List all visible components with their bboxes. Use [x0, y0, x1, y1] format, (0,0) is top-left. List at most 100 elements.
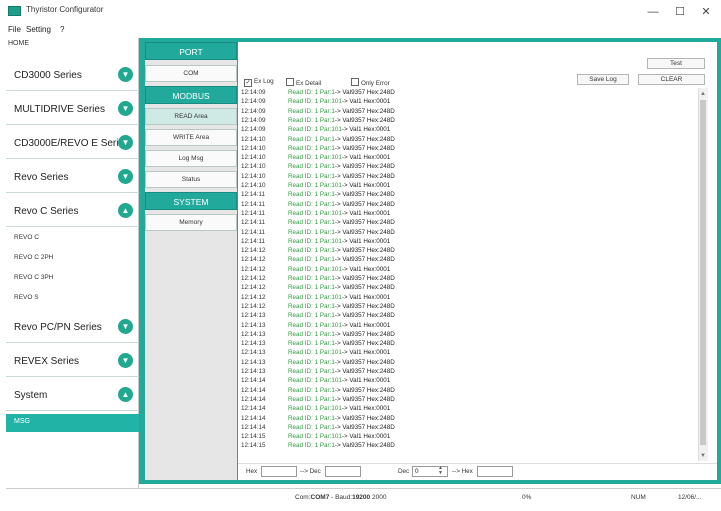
- log-time: 12:14:10: [241, 144, 266, 152]
- sidebar-home[interactable]: HOME: [8, 40, 29, 47]
- log-message: Read ID: 1 Par:1-> Val9357 Hex:248D: [288, 339, 395, 348]
- sidebar-series-cd3000[interactable]: CD3000 Series ▼: [6, 58, 139, 91]
- baud-value: 19200: [352, 494, 371, 501]
- log-time: 12:14:11: [241, 209, 266, 217]
- log-time: 12:14:09: [241, 89, 266, 96]
- dec-output[interactable]: [325, 466, 361, 477]
- clear-button[interactable]: CLEAR: [638, 74, 705, 85]
- sidebar-item-msg[interactable]: MSG: [6, 414, 139, 432]
- minimize-button[interactable]: —: [640, 2, 666, 22]
- sidebar-series-system[interactable]: System ▲: [6, 378, 139, 411]
- hex-label: Hex: [246, 468, 258, 475]
- chevron-up-icon[interactable]: ▲: [118, 203, 133, 218]
- sidebar-item-revo-c[interactable]: REVO C: [14, 234, 39, 241]
- maximize-button[interactable]: ☐: [667, 2, 693, 22]
- sidebar-series-revo[interactable]: Revo Series ▼: [6, 160, 139, 193]
- log-time: 12:14:12: [241, 265, 266, 273]
- sidebar-series-revo-c[interactable]: Revo C Series ▲: [6, 194, 139, 227]
- log-message: Read ID: 1 Par:101-> Val1 Hex:0001: [288, 97, 390, 106]
- log-time: 12:14:12: [241, 284, 266, 292]
- menu-file[interactable]: File: [8, 25, 21, 34]
- nav-write-area-button[interactable]: WRITE Area: [145, 129, 237, 146]
- log-value: -> Val9357 Hex:248D: [334, 414, 395, 422]
- to-hex-label: --> Hex: [452, 468, 473, 475]
- log-read: Read ID: 1 Par:1: [288, 395, 335, 403]
- log-read: Read ID: 1 Par:1: [288, 116, 335, 124]
- log-read: Read ID: 1 Par:1: [288, 386, 335, 394]
- log-line: 12:14:15 Read ID: 1 Par:101-> Val1 Hex:00…: [241, 432, 390, 441]
- log-time: 12:14:12: [241, 247, 266, 255]
- log-time: 12:14:14: [241, 414, 266, 422]
- log-line: 12:14:10 Read ID: 1 Par:1-> Val9357 Hex:2…: [241, 162, 395, 171]
- log-value: -> Val9357 Hex:248D: [334, 395, 395, 403]
- log-read: Read ID: 1 Par:101: [288, 126, 342, 134]
- log-value: -> Val1 Hex:0001: [341, 321, 391, 329]
- log-message: Read ID: 1 Par:1-> Val9357 Hex:248D: [288, 190, 395, 199]
- log-list[interactable]: 12:14:09 Read ID: 1 Par:1-> Val9357 Hex:2…: [241, 88, 698, 461]
- log-time: 12:14:11: [241, 237, 266, 245]
- hex-output[interactable]: [477, 466, 513, 477]
- log-message: Read ID: 1 Par:1-> Val9357 Hex:248D: [288, 302, 395, 311]
- log-message: Read ID: 1 Par:1-> Val9357 Hex:248D: [288, 274, 395, 283]
- log-value: -> Val9357 Hex:248D: [334, 312, 395, 320]
- log-message: Read ID: 1 Par:1-> Val9357 Hex:248D: [288, 200, 395, 209]
- chevron-down-icon[interactable]: ▼: [118, 67, 133, 82]
- log-message: Read ID: 1 Par:1-> Val9357 Hex:248D: [288, 283, 395, 292]
- log-time: 12:14:13: [241, 330, 266, 338]
- log-message: Read ID: 1 Par:1-> Val9357 Hex:248D: [288, 88, 395, 97]
- save-log-button[interactable]: Save Log: [577, 74, 629, 85]
- sidebar-series-revo-pc-pn[interactable]: Revo PC/PN Series ▼: [6, 310, 139, 343]
- sidebar-series-revex[interactable]: REVEX Series ▼: [6, 344, 139, 377]
- nav-memory-button[interactable]: Memory: [145, 214, 237, 231]
- log-message: Read ID: 1 Par:1-> Val9357 Hex:248D: [288, 311, 395, 320]
- log-time: 12:14:14: [241, 377, 266, 385]
- sidebar-series-multidrive[interactable]: MULTIDRIVE Series ▼: [6, 92, 139, 125]
- menu-setting[interactable]: Setting: [26, 25, 51, 34]
- log-line: 12:14:12 Read ID: 1 Par:101-> Val1 Hex:00…: [241, 265, 390, 274]
- chevron-down-icon[interactable]: ▼: [118, 101, 133, 116]
- ex-log-checkbox[interactable]: ✓ Ex Log: [244, 78, 274, 87]
- log-read: Read ID: 1 Par:1: [288, 442, 335, 450]
- log-message: Read ID: 1 Par:101-> Val1 Hex:0001: [288, 376, 390, 385]
- scrollbar-thumb[interactable]: [700, 100, 706, 445]
- nav-com-button[interactable]: COM: [145, 65, 237, 82]
- nav-read-area-button[interactable]: READ Area: [145, 108, 237, 125]
- log-value: -> Val1 Hex:0001: [341, 349, 391, 357]
- nav-log-msg-button[interactable]: Log Msg: [145, 150, 237, 167]
- log-read: Read ID: 1 Par:1: [288, 312, 335, 320]
- chevron-down-icon[interactable]: ▼: [118, 353, 133, 368]
- log-message: Read ID: 1 Par:101-> Val1 Hex:0001: [288, 432, 390, 441]
- log-time: 12:14:11: [241, 219, 266, 227]
- log-line: 12:14:09 Read ID: 1 Par:1-> Val9357 Hex:2…: [241, 107, 395, 116]
- menu-help[interactable]: ?: [60, 25, 64, 34]
- close-button[interactable]: ✕: [693, 2, 719, 22]
- log-message: Read ID: 1 Par:101-> Val1 Hex:0001: [288, 209, 390, 218]
- ex-detail-checkbox[interactable]: Ex Detail: [286, 78, 321, 87]
- log-read: Read ID: 1 Par:1: [288, 163, 335, 171]
- chevron-down-icon[interactable]: ▼: [118, 319, 133, 334]
- log-line: 12:14:11 Read ID: 1 Par:1-> Val9357 Hex:2…: [241, 190, 395, 199]
- sidebar-series-cd3000e[interactable]: CD3000E/REVO E Series ▼: [6, 126, 139, 159]
- nav-status-button[interactable]: Status: [145, 171, 237, 188]
- sidebar-item-revo-s[interactable]: REVO S: [14, 294, 39, 301]
- log-message: Read ID: 1 Par:1-> Val9357 Hex:248D: [288, 162, 395, 171]
- log-time: 12:14:09: [241, 126, 266, 134]
- scroll-down-icon[interactable]: ▼: [700, 453, 706, 459]
- log-line: 12:14:14 Read ID: 1 Par:1-> Val9357 Hex:2…: [241, 395, 395, 404]
- log-time: 12:14:12: [241, 275, 266, 282]
- stepper-arrows-icon[interactable]: ▲ ▼: [438, 466, 443, 476]
- sidebar-item-revo-c-2ph[interactable]: REVO C 2PH: [14, 254, 53, 261]
- hex-input[interactable]: [261, 466, 297, 477]
- scroll-up-icon[interactable]: ▲: [700, 91, 706, 97]
- sidebar-item-revo-c-3ph[interactable]: REVO C 3PH: [14, 274, 53, 281]
- log-time: 12:14:10: [241, 182, 266, 189]
- log-time: 12:14:10: [241, 163, 266, 171]
- log-value: -> Val1 Hex:0001: [341, 405, 391, 413]
- log-read: Read ID: 1 Par:1: [288, 191, 335, 199]
- chevron-down-icon[interactable]: ▼: [118, 169, 133, 184]
- only-error-checkbox[interactable]: Only Error: [351, 78, 390, 87]
- chevron-up-icon[interactable]: ▲: [118, 387, 133, 402]
- log-value: -> Val9357 Hex:248D: [334, 423, 395, 431]
- chevron-down-icon[interactable]: ▼: [118, 135, 133, 150]
- test-button[interactable]: Test: [647, 58, 705, 69]
